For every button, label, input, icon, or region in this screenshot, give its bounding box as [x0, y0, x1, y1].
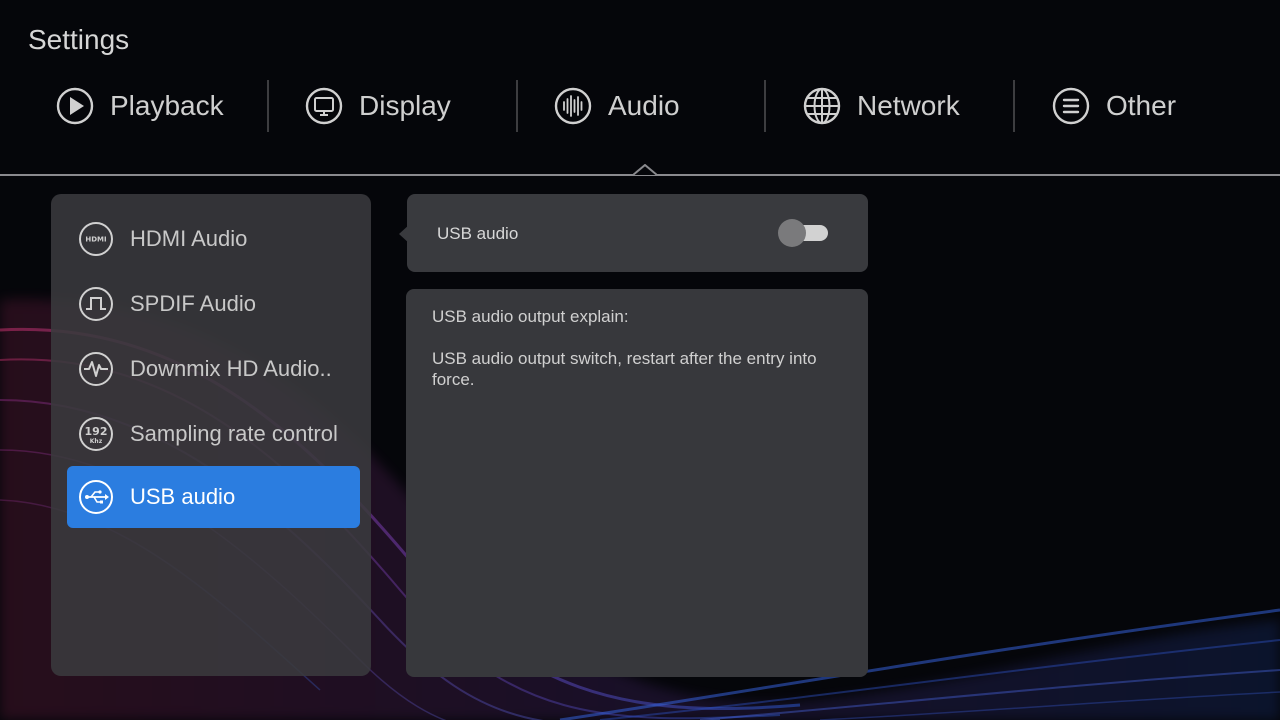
- active-tab-indicator: [633, 164, 657, 176]
- usb-audio-toggle[interactable]: [778, 219, 830, 247]
- menu-item-label: Downmix HD Audio..: [130, 356, 332, 381]
- globe-icon: [802, 86, 842, 126]
- audio-settings-menu: HDMI HDMI Audio SPDIF Audio Downmix HD A…: [51, 194, 371, 676]
- menu-item-downmix-hd-audio[interactable]: Downmix HD Audio..: [67, 338, 360, 400]
- menu-item-usb-audio[interactable]: USB audio: [67, 466, 360, 528]
- tab-display[interactable]: Display: [249, 78, 498, 134]
- hdmi-icon-text: HDMI: [85, 236, 106, 244]
- play-icon: [55, 86, 95, 126]
- tab-network[interactable]: Network: [747, 78, 996, 134]
- monitor-icon: [304, 86, 344, 126]
- heartbeat-wave-icon: [78, 351, 114, 387]
- tab-label: Display: [359, 90, 451, 121]
- description-panel: USB audio output explain: USB audio outp…: [406, 289, 868, 677]
- tab-label: Other: [1106, 90, 1177, 121]
- menu-list-icon: [1051, 86, 1091, 126]
- tab-playback[interactable]: Playback: [0, 78, 249, 134]
- usb-icon: [78, 479, 114, 515]
- audio-wave-icon: [553, 86, 593, 126]
- menu-item-label: SPDIF Audio: [130, 291, 256, 316]
- hdmi-icon: HDMI: [78, 221, 114, 257]
- tab-label: Network: [857, 90, 960, 121]
- category-tab-bar: Playback Display Audio Network Other: [0, 78, 1280, 138]
- menu-item-label: HDMI Audio: [130, 226, 248, 251]
- tab-label: Playback: [110, 90, 224, 121]
- page-title: Settings: [28, 24, 130, 55]
- description-title: USB audio output explain:: [432, 307, 629, 326]
- usb-audio-setting-card: USB audio: [407, 194, 868, 272]
- description-body: USB audio output switch, restart after t…: [432, 349, 817, 389]
- selection-pointer: [399, 224, 410, 244]
- menu-item-spdif-audio[interactable]: SPDIF Audio: [67, 273, 360, 335]
- sample-rate-icon-unit: Khz: [90, 438, 103, 445]
- tab-audio[interactable]: Audio: [498, 78, 747, 134]
- toggle-knob: [778, 219, 806, 247]
- sample-rate-icon: 192 Khz: [78, 416, 114, 452]
- menu-item-label: USB audio: [130, 484, 236, 509]
- spdif-pulse-icon: [78, 286, 114, 322]
- menu-item-label: Sampling rate control: [130, 421, 338, 446]
- tab-other[interactable]: Other: [996, 78, 1245, 134]
- setting-label: USB audio: [437, 224, 519, 243]
- menu-item-hdmi-audio[interactable]: HDMI HDMI Audio: [67, 208, 360, 270]
- menu-item-sampling-rate-control[interactable]: 192 Khz Sampling rate control: [67, 403, 360, 465]
- sample-rate-icon-value: 192: [85, 425, 108, 438]
- tab-label: Audio: [608, 90, 680, 121]
